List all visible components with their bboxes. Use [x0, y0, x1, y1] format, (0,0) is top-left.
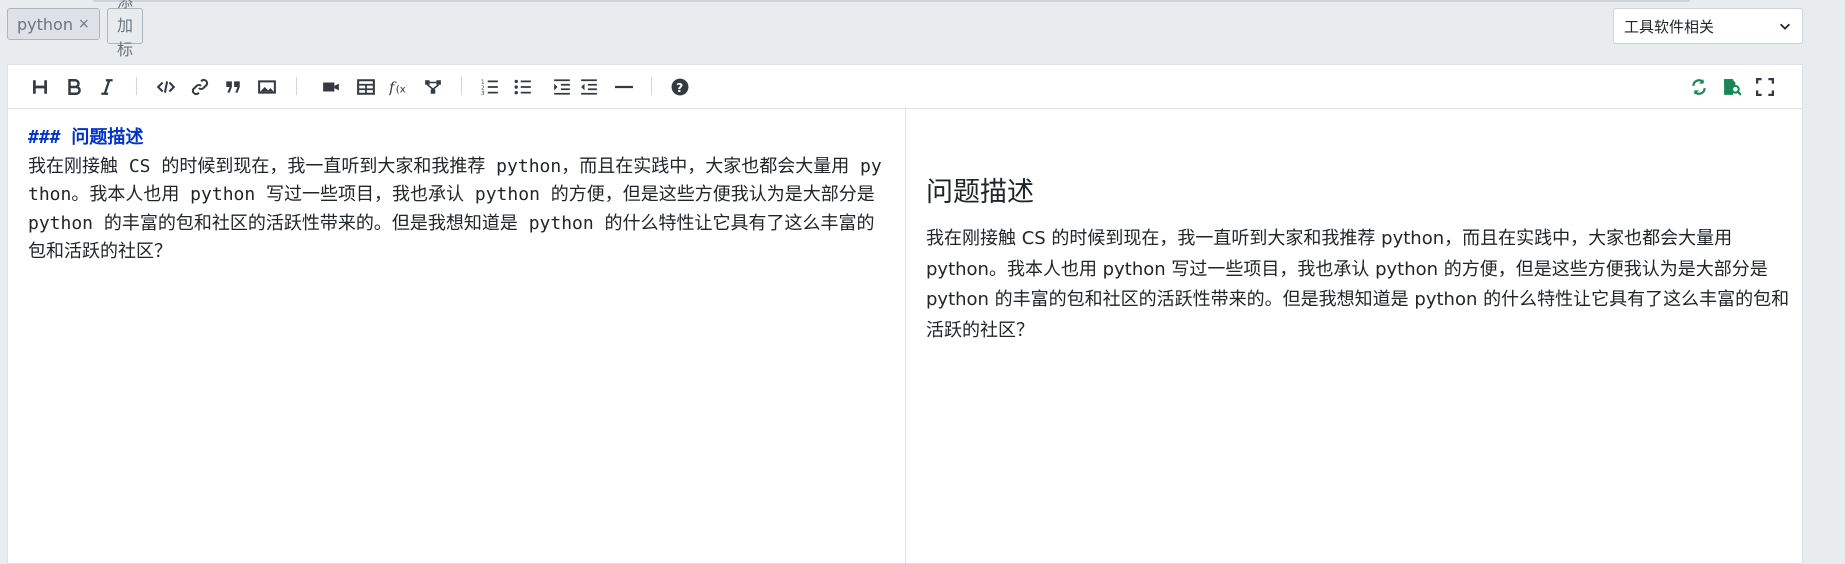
markdown-source-pane[interactable]: ### 问题描述 我在刚接触 CS 的时候到现在，我一直听到大家和我推荐 pyt…: [8, 108, 906, 563]
link-icon[interactable]: [189, 76, 211, 98]
markdown-editor: f(x) 123 ?: [7, 64, 1803, 564]
italic-icon[interactable]: [96, 76, 118, 98]
quote-icon[interactable]: [222, 76, 244, 98]
ordered-list-icon[interactable]: 123: [479, 76, 501, 98]
source-heading: ### 问题描述: [28, 127, 144, 148]
category-select[interactable]: 工具软件相关: [1613, 8, 1803, 44]
chevron-down-icon: [1780, 23, 1790, 30]
outdent-icon[interactable]: [578, 76, 600, 98]
svg-text:?: ?: [676, 81, 683, 95]
code-icon[interactable]: [155, 76, 177, 98]
svg-text:3: 3: [481, 91, 485, 96]
tag-python[interactable]: python ×: [7, 8, 100, 40]
image-icon[interactable]: [256, 76, 278, 98]
bold-icon[interactable]: [63, 76, 85, 98]
preview-heading: 问题描述: [926, 177, 1034, 208]
formula-icon[interactable]: f(x): [387, 76, 409, 98]
horizontal-rule-icon[interactable]: [613, 76, 635, 98]
indent-icon[interactable]: [551, 76, 573, 98]
editor-toolbar: f(x) 123 ?: [8, 65, 1802, 109]
table-icon[interactable]: [355, 76, 377, 98]
add-tag-button[interactable]: + 添加标签: [107, 0, 143, 83]
svg-text:(x): (x): [396, 85, 407, 96]
tag-label: python: [17, 14, 73, 34]
help-icon[interactable]: ?: [669, 76, 691, 98]
sync-scroll-icon[interactable]: [1688, 76, 1710, 98]
diagram-icon[interactable]: [422, 76, 444, 98]
preview-icon[interactable]: [1721, 76, 1743, 98]
source-body: 我在刚接触 CS 的时候到现在，我一直听到大家和我推荐 python，而且在实践…: [28, 155, 882, 263]
heading-icon[interactable]: [29, 76, 51, 98]
category-select-value: 工具软件相关: [1624, 17, 1715, 36]
preview-body: 我在刚接触 CS 的时候到现在，我一直听到大家和我推荐 python，而且在实践…: [926, 228, 1790, 341]
top-divider: [93, 0, 1690, 2]
markdown-preview-pane: 问题描述 我在刚接触 CS 的时候到现在，我一直听到大家和我推荐 python，…: [906, 108, 1802, 563]
remove-tag-icon[interactable]: ×: [78, 16, 90, 32]
unordered-list-icon[interactable]: [512, 76, 534, 98]
video-icon[interactable]: [320, 76, 342, 98]
fullscreen-icon[interactable]: [1754, 76, 1776, 98]
